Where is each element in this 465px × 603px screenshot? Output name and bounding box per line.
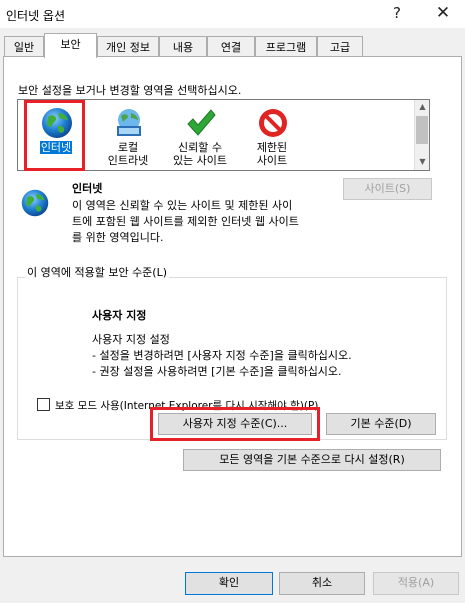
zone-info-line: 를 위한 영역입니다.	[72, 231, 164, 244]
tab-general[interactable]: 일반	[4, 36, 44, 56]
zone-info-title: 인터넷	[72, 182, 103, 195]
apply-button[interactable]: 적용(A)	[373, 572, 459, 595]
security-level-heading: 사용자 지정	[92, 309, 147, 322]
reset-all-zones-button[interactable]: 모든 영역을 기본 수준으로 다시 설정(R)	[183, 449, 441, 471]
zone-label-trusted-sites: 신뢰할 수 있는 사이트	[172, 141, 228, 167]
restricted-icon	[259, 109, 287, 137]
security-level-line: 사용자 지정 설정	[92, 333, 170, 346]
scroll-down-icon[interactable]: ▼	[415, 157, 430, 166]
security-level-line: - 설정을 변경하려면 [사용자 지정 수준]을 클릭하십시오.	[92, 349, 352, 362]
zone-info-line: 트에 포함된 웹 사이트를 제외한 인터넷 웹 사이트	[72, 215, 299, 228]
title-bar: 인터넷 옵션 ? ✕	[0, 0, 465, 28]
highlight-box-internet-zone	[24, 100, 85, 171]
protected-mode-checkbox[interactable]	[37, 398, 50, 411]
close-button[interactable]: ✕	[431, 2, 455, 24]
zone-info-line: 이 영역은 신뢰할 수 있는 사이트 및 제한된 사이	[72, 199, 293, 212]
tab-advanced[interactable]: 고급	[317, 36, 363, 56]
tab-connections[interactable]: 연결	[207, 36, 255, 56]
zone-label-local-intranet: 로컬 인트라넷	[107, 141, 149, 167]
tab-programs[interactable]: 프로그램	[255, 36, 317, 56]
intranet-icon	[117, 109, 141, 136]
tab-privacy[interactable]: 개인 정보	[97, 36, 159, 56]
zone-instruction: 보안 설정을 보거나 변경할 영역을 선택하십시오.	[18, 84, 242, 97]
window-title: 인터넷 옵션	[6, 9, 66, 23]
security-level-line: - 권장 설정을 사용하려면 [기본 수준]을 클릭하십시오.	[92, 365, 342, 378]
cancel-button[interactable]: 취소	[279, 572, 365, 595]
help-button[interactable]: ?	[385, 2, 409, 24]
sites-button[interactable]: 사이트(S)	[343, 178, 432, 200]
globe-icon	[21, 189, 49, 217]
highlight-box-custom-level	[150, 407, 320, 441]
default-level-button[interactable]: 기본 수준(D)	[326, 413, 436, 435]
tab-content[interactable]: 내용	[159, 36, 207, 56]
tab-security[interactable]: 보안	[44, 33, 97, 58]
security-level-legend: 이 영역에 적용할 보안 수준(L)	[25, 264, 170, 280]
scrollbar-thumb[interactable]	[416, 116, 428, 144]
zone-list-scrollbar[interactable]: ▲ ▼	[414, 100, 429, 170]
zone-label-restricted-sites: 제한된 사이트	[256, 141, 288, 167]
scroll-up-icon[interactable]: ▲	[415, 102, 430, 111]
checkmark-icon	[187, 109, 216, 136]
ok-button[interactable]: 확인	[185, 572, 273, 595]
